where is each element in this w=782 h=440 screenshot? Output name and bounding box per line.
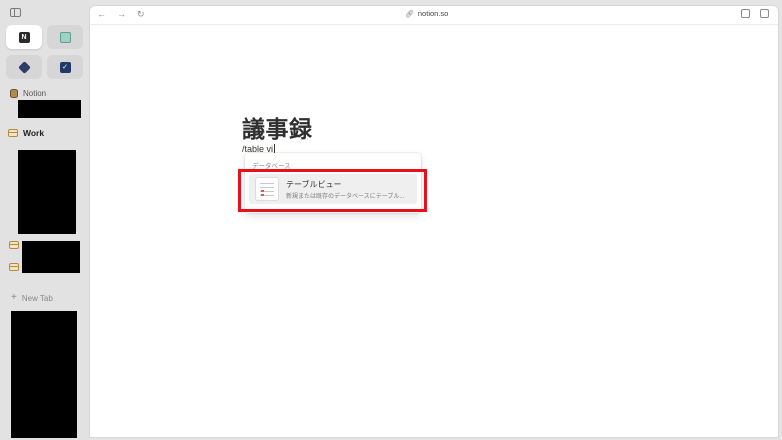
sidebar-section-label: Work xyxy=(23,128,45,138)
url-text: notion.so xyxy=(417,9,449,18)
app-icon xyxy=(59,31,71,43)
redacted-block xyxy=(18,100,81,118)
plus-icon: + xyxy=(11,292,17,303)
browser-toolbar: ← → ↻ 🔗︎ notion.so xyxy=(90,6,778,24)
new-tab-button[interactable]: + New Tab xyxy=(11,293,53,303)
redacted-block xyxy=(22,241,80,273)
folder-icon[interactable] xyxy=(9,241,19,249)
browser-window: ← → ↻ 🔗︎ notion.so 議事録 /table vi データベース … xyxy=(89,5,779,438)
sidebar-section-work[interactable]: Work xyxy=(8,128,44,138)
page-title[interactable]: 議事録 xyxy=(242,110,313,144)
sidebar-section-label: Notion xyxy=(23,89,47,98)
favorite-tab-notion[interactable]: N xyxy=(6,25,42,49)
sidebar-section-notion[interactable]: Notion xyxy=(10,89,46,98)
sidebar: N ✓ Notion Work + New Tab xyxy=(0,0,89,440)
split-view-icon[interactable] xyxy=(760,9,769,18)
redacted-block xyxy=(11,311,77,438)
link-icon: 🔗︎ xyxy=(405,10,414,18)
reload-icon[interactable]: ↻ xyxy=(137,8,145,20)
favorite-tab-3[interactable] xyxy=(6,55,42,79)
redacted-block xyxy=(18,150,76,234)
copy-link-icon[interactable] xyxy=(741,9,750,18)
cube-icon xyxy=(17,60,31,74)
database-icon xyxy=(10,89,18,98)
notion-logo-icon: N xyxy=(18,31,30,43)
folder-icon xyxy=(8,129,18,137)
sidebar-toggle-icon[interactable] xyxy=(10,8,21,17)
back-arrow-icon[interactable]: ← xyxy=(97,8,106,20)
check-app-icon: ✓ xyxy=(59,61,71,73)
folder-icon[interactable] xyxy=(9,263,19,271)
favorite-tab-4[interactable]: ✓ xyxy=(47,55,83,79)
new-tab-label: New Tab xyxy=(21,293,53,303)
forward-arrow-icon[interactable]: → xyxy=(117,8,126,20)
highlight-box xyxy=(238,169,427,212)
address-bar[interactable]: 🔗︎ notion.so xyxy=(405,9,448,18)
favorite-tab-2[interactable] xyxy=(47,25,83,49)
toolbar-divider xyxy=(90,24,778,25)
